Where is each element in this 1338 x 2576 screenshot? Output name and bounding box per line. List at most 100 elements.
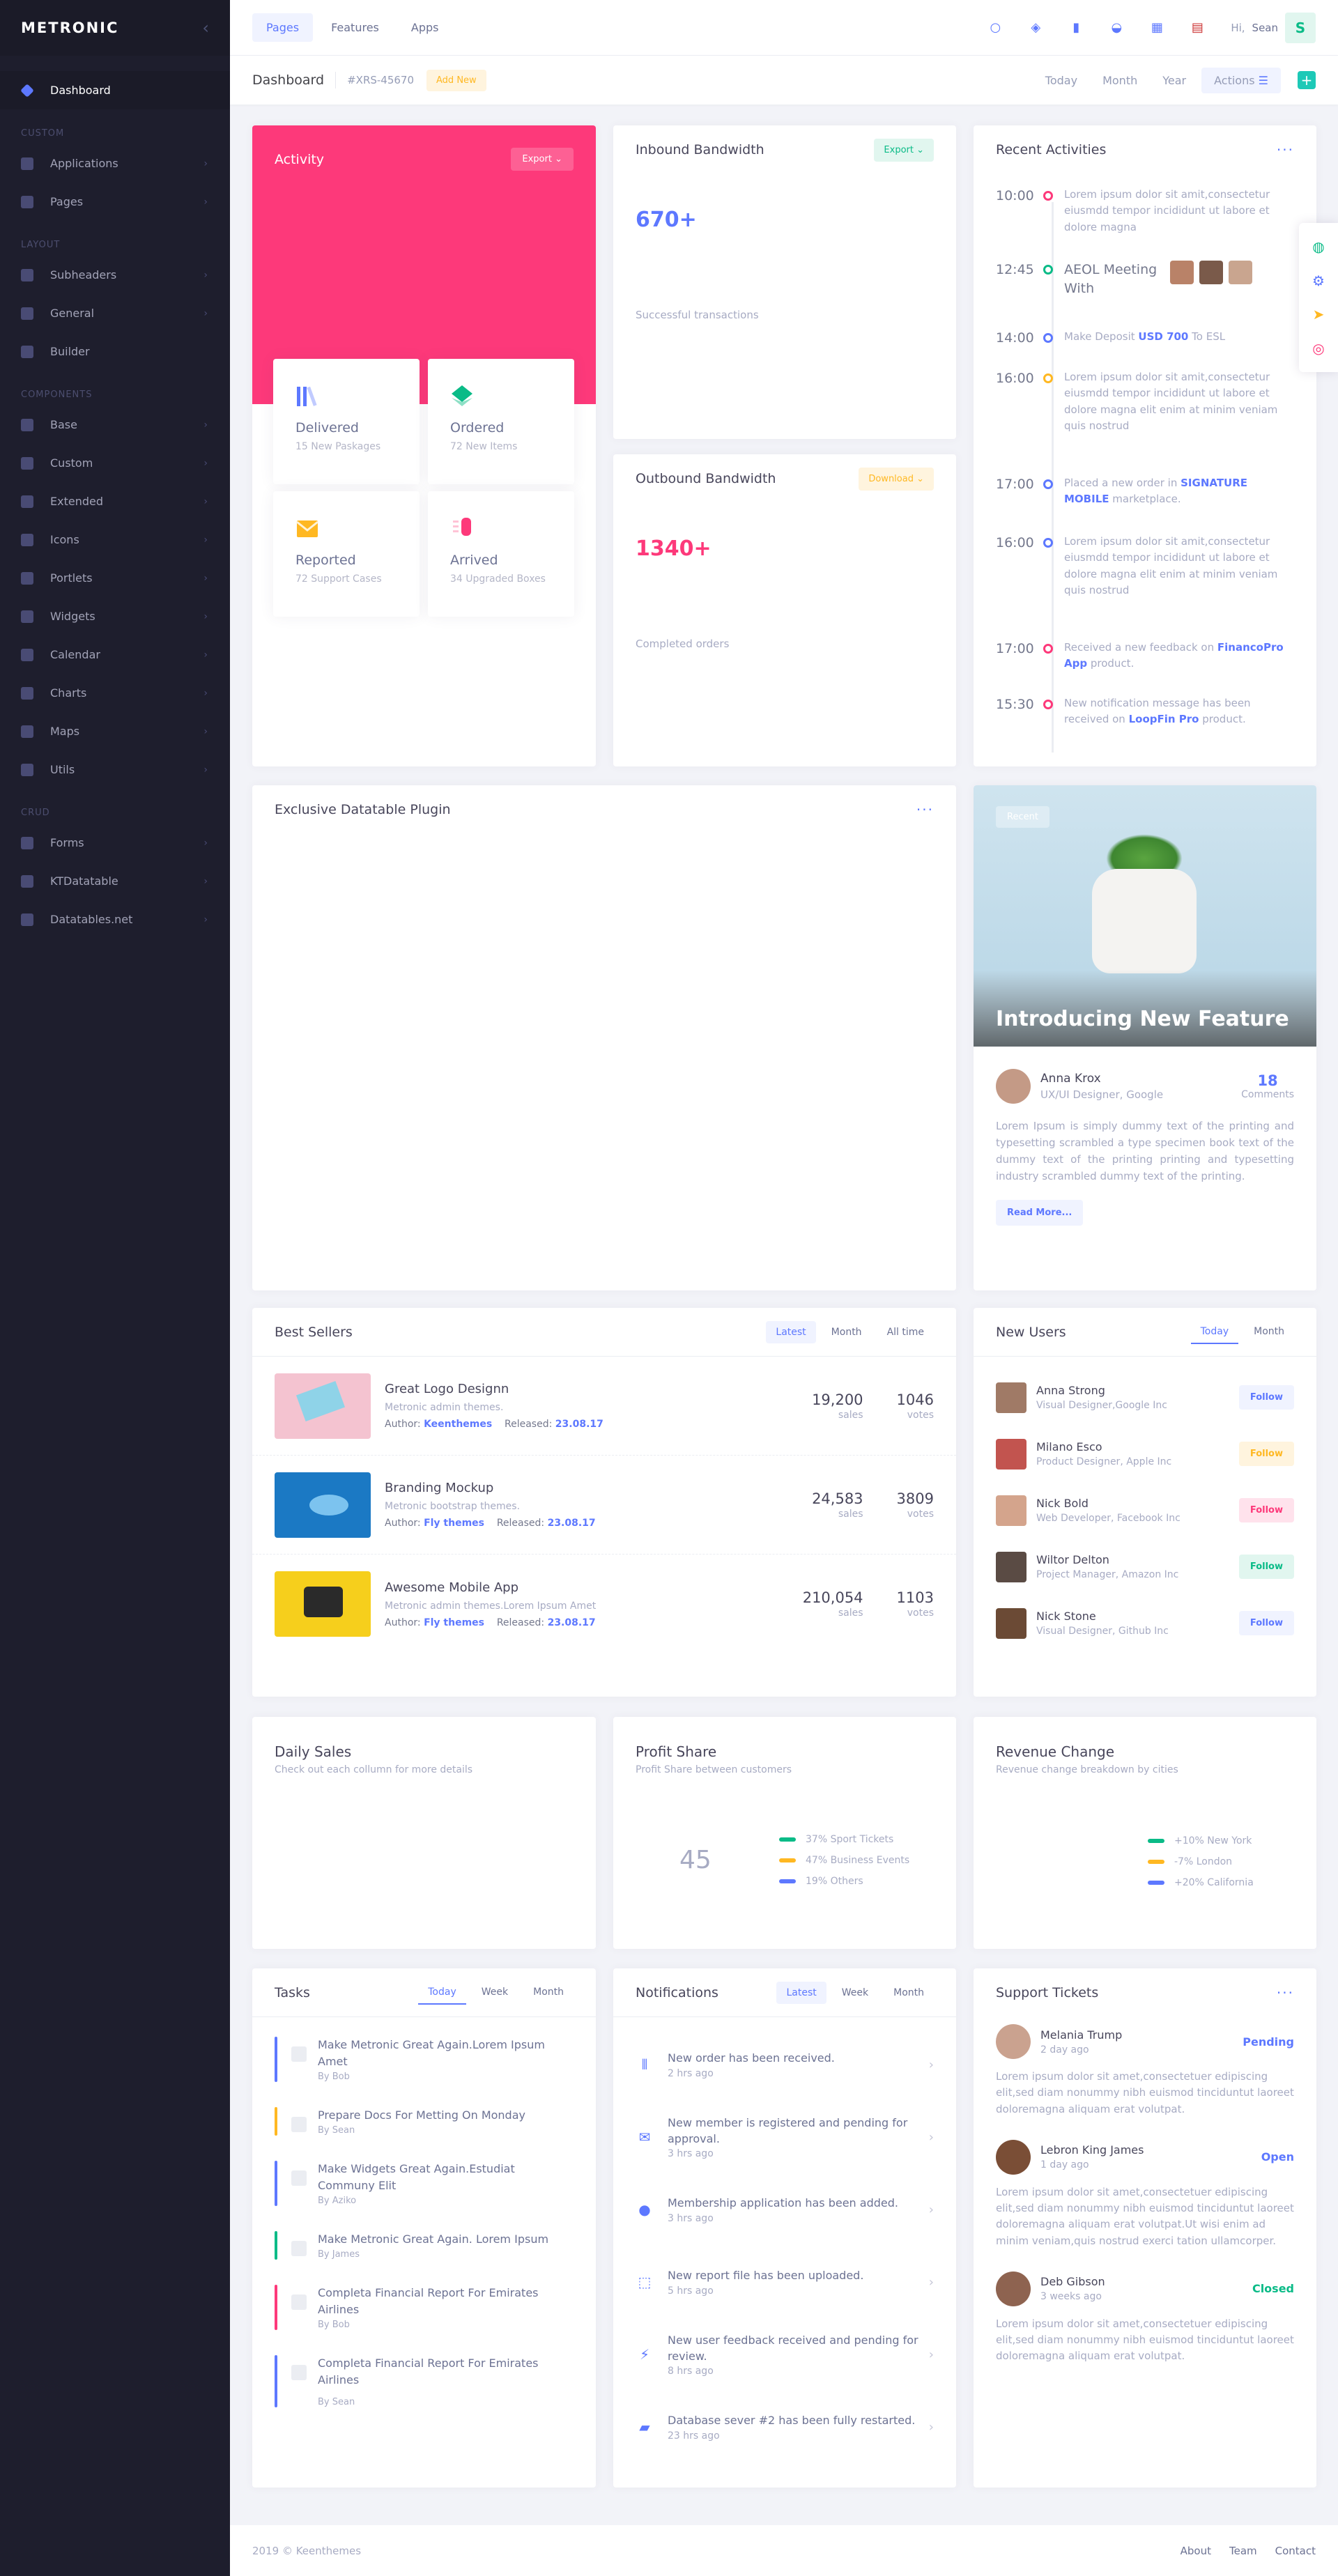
ticket-name[interactable]: Melania Trump bbox=[1040, 2028, 1122, 2042]
logo[interactable]: METRONIC bbox=[21, 20, 118, 36]
link[interactable]: LoopFin Pro bbox=[1129, 713, 1199, 725]
range-year-button[interactable]: Year bbox=[1153, 68, 1196, 93]
tab-latest[interactable]: Latest bbox=[776, 1981, 826, 2004]
demo-icon[interactable]: ◍ bbox=[1312, 238, 1324, 255]
task-title[interactable]: Make Metronic Great Again.Lorem Ipsum Am… bbox=[318, 2037, 574, 2070]
tab-month[interactable]: Month bbox=[884, 1982, 934, 2004]
product-row[interactable]: Branding Mockup Metronic bootstrap theme… bbox=[252, 1456, 956, 1555]
notification-item[interactable]: ⦀ New order has been received. 2 hrs ago › bbox=[613, 2028, 956, 2101]
export-button[interactable]: Export ⌄ bbox=[874, 138, 934, 162]
product-title[interactable]: Great Logo Designn bbox=[385, 1382, 778, 1396]
task-checkbox[interactable] bbox=[291, 2117, 307, 2132]
download-button[interactable]: Download ⌄ bbox=[859, 467, 934, 491]
sidebar-item-custom[interactable]: Custom › bbox=[0, 444, 230, 482]
stat-ordered[interactable]: Ordered 72 New Items bbox=[428, 359, 574, 484]
sidebar-item-forms[interactable]: Forms › bbox=[0, 824, 230, 862]
chevron-left-icon[interactable]: ‹ bbox=[202, 18, 209, 38]
range-today-button[interactable]: Today bbox=[1036, 68, 1087, 93]
add-new-button[interactable]: Add New bbox=[426, 69, 486, 91]
footer-link-about[interactable]: About bbox=[1181, 2545, 1211, 2557]
follow-button[interactable]: Follow bbox=[1238, 1555, 1294, 1579]
sidebar-item-general[interactable]: General › bbox=[0, 294, 230, 332]
tab-week[interactable]: Week bbox=[472, 1981, 518, 2005]
plus-button[interactable]: + bbox=[1298, 71, 1316, 89]
tab-week[interactable]: Week bbox=[832, 1982, 878, 2004]
tab-latest[interactable]: Latest bbox=[766, 1320, 816, 1343]
more-icon[interactable]: ··· bbox=[1277, 141, 1294, 158]
follow-button[interactable]: Follow bbox=[1238, 1442, 1294, 1466]
us-flag-icon[interactable]: ▤ bbox=[1190, 20, 1204, 35]
user-menu[interactable]: Hi, Sean S bbox=[1231, 12, 1316, 43]
user-name[interactable]: Wiltor Delton bbox=[1036, 1553, 1239, 1566]
footer-link-team[interactable]: Team bbox=[1229, 2545, 1257, 2557]
author-link[interactable]: Keenthemes bbox=[424, 1419, 492, 1430]
user-name[interactable]: Anna Strong bbox=[1036, 1384, 1239, 1397]
apps-grid-icon[interactable]: ▦ bbox=[1150, 20, 1164, 35]
sidebar-item-ktdatatable[interactable]: KTDatatable › bbox=[0, 862, 230, 900]
sidebar-item-pages[interactable]: Pages › bbox=[0, 183, 230, 221]
stat-arrived[interactable]: Arrived 34 Upgraded Boxes bbox=[428, 491, 574, 617]
notification-item[interactable]: ⚡ New user feedback received and pending … bbox=[613, 2318, 956, 2391]
chat-icon[interactable]: ◎ bbox=[1312, 340, 1324, 357]
footer-link-contact[interactable]: Contact bbox=[1275, 2545, 1316, 2557]
chart-icon[interactable]: ▮ bbox=[1069, 20, 1083, 35]
user-name[interactable]: Nick Bold bbox=[1036, 1497, 1239, 1510]
task-title[interactable]: Completa Financial Report For Emirates A… bbox=[318, 2285, 574, 2318]
nav-pages[interactable]: Pages bbox=[252, 13, 314, 42]
product-title[interactable]: Awesome Mobile App bbox=[385, 1580, 769, 1595]
user-name[interactable]: Nick Stone bbox=[1036, 1610, 1239, 1623]
link[interactable]: USD 700 bbox=[1138, 330, 1188, 343]
search-icon[interactable]: ○ bbox=[988, 20, 1002, 35]
author-link[interactable]: Fly themes bbox=[424, 1518, 484, 1529]
follow-button[interactable]: Follow bbox=[1238, 1385, 1294, 1410]
range-month-button[interactable]: Month bbox=[1093, 68, 1147, 93]
product-row[interactable]: Great Logo Designn Metronic admin themes… bbox=[252, 1357, 956, 1456]
task-checkbox[interactable] bbox=[291, 2170, 307, 2186]
task-title[interactable]: Completa Financial Report For Emirates A… bbox=[318, 2355, 574, 2389]
nav-features[interactable]: Features bbox=[317, 13, 393, 42]
stat-delivered[interactable]: Delivered 15 New Paskages bbox=[273, 359, 420, 484]
ticket-name[interactable]: Deb Gibson bbox=[1040, 2275, 1105, 2288]
tab-all-time[interactable]: All time bbox=[877, 1321, 934, 1343]
cart-icon[interactable]: ◒ bbox=[1109, 20, 1123, 35]
user-name[interactable]: Milano Esco bbox=[1036, 1440, 1239, 1453]
send-icon[interactable]: ➤ bbox=[1313, 306, 1325, 323]
sidebar-item-dashboard[interactable]: Dashboard bbox=[0, 71, 230, 109]
sidebar-item-calendar[interactable]: Calendar › bbox=[0, 635, 230, 674]
tab-month[interactable]: Month bbox=[523, 1981, 574, 2005]
task-title[interactable]: Prepare Docs For Metting On Monday bbox=[318, 2107, 525, 2124]
nav-apps[interactable]: Apps bbox=[397, 13, 453, 42]
sidebar-item-base[interactable]: Base › bbox=[0, 406, 230, 444]
sidebar-item-subheaders[interactable]: Subheaders › bbox=[0, 256, 230, 294]
notifications-icon[interactable]: ◈ bbox=[1029, 20, 1043, 35]
tab-month[interactable]: Month bbox=[822, 1321, 872, 1343]
more-icon[interactable]: ··· bbox=[1277, 1984, 1294, 2001]
notification-item[interactable]: ✉ New member is registered and pending fo… bbox=[613, 2101, 956, 2173]
sidebar-item-icons[interactable]: Icons › bbox=[0, 520, 230, 559]
tab-today[interactable]: Today bbox=[418, 1981, 466, 2005]
task-checkbox[interactable] bbox=[291, 2046, 307, 2062]
sidebar-item-applications[interactable]: Applications › bbox=[0, 144, 230, 183]
notification-item[interactable]: ▰ Database sever #2 has been fully restar… bbox=[613, 2391, 956, 2463]
follow-button[interactable]: Follow bbox=[1238, 1498, 1294, 1522]
tab-today[interactable]: Today bbox=[1190, 1320, 1239, 1344]
sidebar-item-widgets[interactable]: Widgets › bbox=[0, 597, 230, 635]
stat-reported[interactable]: Reported 72 Support Cases bbox=[273, 491, 420, 617]
task-title[interactable]: Make Widgets Great Again.Estudiat Commun… bbox=[318, 2161, 574, 2194]
task-title[interactable]: Make Metronic Great Again. Lorem Ipsum bbox=[318, 2231, 548, 2248]
sidebar-item-builder[interactable]: Builder bbox=[0, 332, 230, 371]
comments-stat[interactable]: 18 Comments bbox=[1241, 1072, 1294, 1100]
ticket-name[interactable]: Lebron King James bbox=[1040, 2143, 1144, 2157]
notification-item[interactable]: ⬚ New report file has been uploaded. 5 hrs… bbox=[613, 2246, 956, 2318]
follow-button[interactable]: Follow bbox=[1238, 1611, 1294, 1635]
gear-icon[interactable]: ⚙ bbox=[1312, 272, 1325, 289]
sidebar-item-maps[interactable]: Maps › bbox=[0, 712, 230, 750]
sidebar-item-portlets[interactable]: Portlets › bbox=[0, 559, 230, 597]
product-title[interactable]: Branding Mockup bbox=[385, 1481, 778, 1495]
sidebar-item-extended[interactable]: Extended › bbox=[0, 482, 230, 520]
product-row[interactable]: Awesome Mobile App Metronic admin themes… bbox=[252, 1555, 956, 1653]
task-checkbox[interactable] bbox=[291, 2365, 307, 2380]
sidebar-item-charts[interactable]: Charts › bbox=[0, 674, 230, 712]
read-more-button[interactable]: Read More... bbox=[996, 1200, 1084, 1226]
sidebar-item-datatables[interactable]: Datatables.net › bbox=[0, 900, 230, 939]
